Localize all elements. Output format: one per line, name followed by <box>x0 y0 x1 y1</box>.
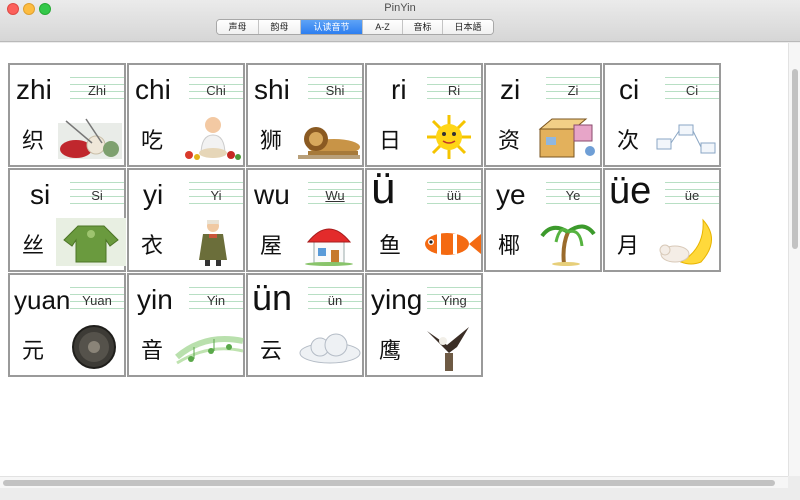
pinyin-large: shi <box>254 74 290 105</box>
eagle-icon <box>427 327 469 371</box>
horizontal-scrollbar[interactable] <box>0 476 788 488</box>
horizontal-scroll-thumb[interactable] <box>3 480 775 486</box>
pinyin-small: Zi <box>567 83 579 98</box>
syllable-card-un[interactable]: ün ün 云 <box>246 273 364 377</box>
pinyin-large: ye <box>496 179 526 210</box>
hanzi: 云 <box>260 339 283 364</box>
window-title: PinYin <box>384 2 416 14</box>
category-tabs: 声母 韵母 认读音节 A-Z 音标 日本語 <box>216 19 494 35</box>
titlebar: PinYin 声母 韵母 认读音节 A-Z 音标 日本語 <box>0 0 800 42</box>
green-sweater-icon <box>56 218 126 266</box>
syllable-card-shi[interactable]: shi Shi 狮 <box>246 63 364 167</box>
tab-japanese[interactable]: 日本語 <box>443 20 493 34</box>
pinyin-large: yin <box>137 284 173 315</box>
hanzi: 资 <box>498 129 521 154</box>
pinyin-small: Ci <box>685 83 699 98</box>
baby-eating-icon <box>185 117 241 160</box>
hanzi: 日 <box>379 129 402 154</box>
syllable-card-ri[interactable]: ri Ri 日 <box>365 63 483 167</box>
knitting-yarn-icon <box>58 118 122 159</box>
hanzi: 元 <box>22 339 45 364</box>
house-icon <box>305 228 353 266</box>
pinyin-small: Ying <box>441 293 467 308</box>
pinyin-large: ü <box>371 164 396 213</box>
steps-icon <box>656 124 716 154</box>
coin-icon <box>72 325 116 369</box>
hanzi: 次 <box>617 129 640 154</box>
pinyin-small: ün <box>327 293 343 308</box>
girl-coat-icon <box>199 220 227 266</box>
pinyin-large: ün <box>252 277 293 318</box>
syllable-card-ying[interactable]: ying Ying 鹰 <box>365 273 483 377</box>
hanzi: 椰 <box>498 234 521 259</box>
pinyin-small: Wu <box>325 188 345 203</box>
tab-shengmu[interactable]: 声母 <box>217 20 259 34</box>
pinyin-large: ci <box>619 74 640 105</box>
pinyin-large: si <box>30 179 51 210</box>
syllable-card-yi[interactable]: yi Yi 衣 <box>127 168 245 272</box>
hanzi: 丝 <box>22 234 45 259</box>
hanzi: 衣 <box>141 234 164 259</box>
vertical-scrollbar[interactable] <box>788 43 800 476</box>
syllable-card-zi[interactable]: zi Zi 资 <box>484 63 602 167</box>
tab-rendu-yinjie[interactable]: 认读音节 <box>301 20 363 34</box>
pinyin-small: Ri <box>447 83 461 98</box>
pinyin-small: Ye <box>565 188 581 203</box>
app-window: PinYin 声母 韵母 认读音节 A-Z 音标 日本語 zhi Zhi 织 c… <box>0 0 800 500</box>
syllable-card-yuan[interactable]: yuan Yuan 元 <box>8 273 126 377</box>
vertical-scroll-thumb[interactable] <box>792 69 798 249</box>
pinyin-small: Shi <box>325 83 345 98</box>
toolbox-icon <box>538 118 595 158</box>
sun-icon <box>427 115 471 159</box>
hanzi: 吃 <box>141 129 164 154</box>
pinyin-small: Si <box>91 188 103 203</box>
hanzi: 狮 <box>260 129 283 154</box>
tab-yinbiao[interactable]: 音标 <box>403 20 443 34</box>
pinyin-small: Yin <box>206 293 226 308</box>
syllable-card-ue[interactable]: üe üe 月 <box>603 168 721 272</box>
moon-icon <box>659 218 712 265</box>
music-notes-icon <box>175 336 244 365</box>
hanzi: 月 <box>617 234 640 259</box>
pinyin-small: Zhi <box>87 83 107 98</box>
pinyin-large: ying <box>371 284 423 315</box>
pinyin-large: wu <box>254 179 290 210</box>
card-scroll-area: zhi Zhi 织 chi Chi 吃 shi Shi 狮 ri Ri 日 zi… <box>0 43 788 476</box>
palm-tree-icon <box>540 224 596 266</box>
tab-a-z[interactable]: A-Z <box>363 20 403 34</box>
hanzi: 屋 <box>260 234 283 259</box>
syllable-card-si[interactable]: si Si 丝 <box>8 168 126 272</box>
hanzi: 音 <box>141 339 164 364</box>
pinyin-small: üe <box>684 188 700 203</box>
clownfish-icon <box>425 233 481 255</box>
pinyin-large: chi <box>135 74 171 105</box>
hanzi: 鹰 <box>379 339 402 364</box>
pinyin-large: ri <box>391 74 407 105</box>
syllable-card-yin[interactable]: yin Yin 音 <box>127 273 245 377</box>
pinyin-large: zi <box>500 74 521 105</box>
cloud-icon <box>299 333 361 364</box>
pinyin-large: yi <box>143 179 164 210</box>
pinyin-large: zhi <box>16 74 52 105</box>
syllable-card-wu[interactable]: wu Wu 屋 <box>246 168 364 272</box>
pinyin-small: Yi <box>210 188 222 203</box>
tab-yunmu[interactable]: 韵母 <box>259 20 301 34</box>
syllable-grid: zhi Zhi 织 chi Chi 吃 shi Shi 狮 ri Ri 日 zi… <box>8 63 721 377</box>
hanzi: 织 <box>22 129 45 154</box>
pinyin-large: üe <box>609 170 652 212</box>
syllable-card-ci[interactable]: ci Ci 次 <box>603 63 721 167</box>
hanzi: 鱼 <box>379 234 402 259</box>
pinyin-small: Chi <box>206 83 226 98</box>
syllable-card-chi[interactable]: chi Chi 吃 <box>127 63 245 167</box>
syllable-card-u-umlaut[interactable]: ü üü 鱼 <box>365 164 483 272</box>
window-bottom-edge <box>0 488 800 500</box>
pinyin-small: Yuan <box>82 293 112 308</box>
pinyin-small: üü <box>446 188 462 203</box>
lion-icon <box>298 127 360 159</box>
pinyin-large: yuan <box>14 285 71 315</box>
syllable-card-ye[interactable]: ye Ye 椰 <box>484 168 602 272</box>
syllable-card-zhi[interactable]: zhi Zhi 织 <box>8 63 126 167</box>
